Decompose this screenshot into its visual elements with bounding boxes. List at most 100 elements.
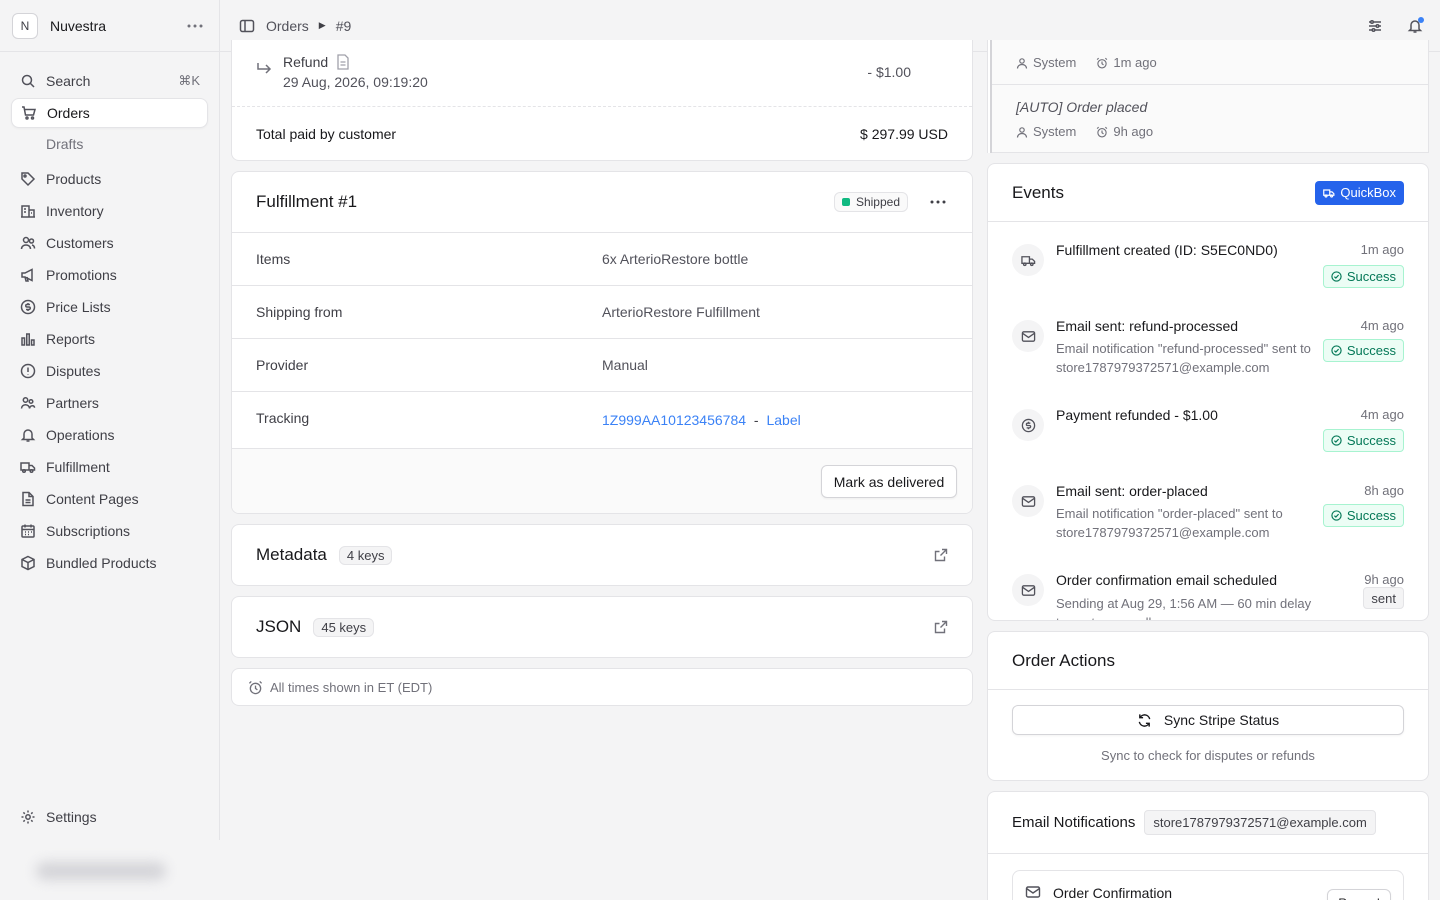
nav-search-label: Search [46,73,91,89]
external-link-icon[interactable] [934,620,948,634]
status-dot [841,198,850,206]
nav-customers[interactable]: Customers [11,228,208,258]
alarm-clock-icon [248,680,263,695]
nav-disputes-label: Disputes [46,363,101,379]
note-author: System [1033,124,1077,139]
external-link-icon[interactable] [934,548,948,562]
events-title: Events [1012,182,1064,202]
users-icon [19,234,37,252]
event-title: Fulfillment created (ID: S5EC0ND0) [1056,242,1278,258]
nav-partners-label: Partners [46,395,99,411]
metadata-title: Metadata [256,545,327,564]
store-avatar: N [12,12,38,39]
nav-fulfillment-label: Fulfillment [46,459,110,475]
nav-orders[interactable]: Orders [11,98,208,128]
dollar-circle-icon [19,298,37,316]
json-card: JSON 45 keys [231,596,973,658]
more-horizontal-icon[interactable] [930,200,948,204]
fulfillment-title: Fulfillment #1 [256,192,358,211]
alarm-clock-icon [1096,126,1108,138]
event-title: Email sent: order-placed [1056,483,1208,499]
truck-icon [1323,187,1335,199]
check-circle-icon [1331,345,1342,356]
nav-operations-label: Operations [46,427,115,443]
event-status-badge: Success [1322,265,1404,288]
event-time: 1m ago [1360,242,1404,257]
tracking-value: 1Z999AA10123456784 - Label [602,410,801,428]
refund-amount: - $1.00 [867,64,911,80]
metadata-card: Metadata 4 keys [231,524,973,586]
nav-products[interactable]: Products [11,164,208,194]
nav-inventory-label: Inventory [46,203,104,219]
tracking-separator: - [753,412,759,428]
quickbox-button[interactable]: QuickBox [1315,180,1404,205]
event-status-badge: Success [1322,339,1404,362]
provider-key: Provider [256,357,309,373]
event-item: Order confirmation email scheduled Sendi… [1012,572,1404,620]
nav-orders-label: Orders [47,105,90,121]
tracking-number-link[interactable]: 1Z999AA10123456784 [602,412,746,428]
fulfillment-footer: Mark as delivered [232,449,972,513]
total-label: Total paid by customer [256,126,397,142]
nav-reports[interactable]: Reports [11,324,208,354]
breadcrumb-orders[interactable]: Orders [266,18,309,34]
event-title: Payment refunded - $1.00 [1056,407,1218,423]
nav-fulfillment[interactable]: Fulfillment [11,452,208,482]
more-horizontal-icon[interactable] [183,16,207,36]
nav-search[interactable]: Search ⌘K [11,66,208,96]
store-switcher[interactable]: N Nuvestra [0,0,219,52]
refund-row: Refund 29 Aug, 2026, 09:19:20 - $1.00 [232,40,972,107]
sidebar-toggle-icon[interactable] [238,17,256,35]
refund-label: Refund [283,54,329,70]
nav-settings[interactable]: Settings [11,802,209,832]
refresh-icon [1137,713,1152,728]
note-item: [AUTO] Order placed System 9h ago [992,85,1428,153]
shipping-from-link[interactable]: ArterioRestore Fulfillment [602,304,760,320]
nav-operations[interactable]: Operations [11,420,208,450]
provider-value: Manual [602,357,648,373]
bell-icon [19,426,37,444]
event-status-label: Success [1346,433,1396,448]
nav-content-pages[interactable]: Content Pages [11,484,208,514]
email-notification-item: Order Confirmation Resend [1012,870,1404,900]
mail-icon [1012,320,1044,352]
event-item: Email sent: order-placed Email notificat… [1012,483,1404,543]
notification-bell-icon[interactable] [1406,16,1424,35]
event-item: Payment refunded - $1.00 4m ago Success [1012,407,1404,457]
nav-disputes[interactable]: Disputes [11,356,208,386]
fulfillment-shipping-row: Shipping from ArterioRestore Fulfillment [232,286,972,339]
tag-icon [19,170,37,188]
payment-summary-card: Refund 29 Aug, 2026, 09:19:20 - $1.00 To… [231,40,973,161]
nav-promotions[interactable]: Promotions [11,260,208,290]
event-item: Fulfillment created (ID: S5EC0ND0) 1m ag… [1012,242,1404,292]
event-status-label: Success [1346,269,1396,284]
total-row: Total paid by customer $ 297.99 USD [256,126,948,142]
resend-button[interactable]: Resend [1327,889,1391,900]
note-time: 1m ago [1113,55,1157,70]
user-menu-blurred[interactable] [36,862,166,880]
email-notifications-title: Email Notifications [1012,814,1136,831]
nav-subscriptions-label: Subscriptions [46,523,131,539]
nav-price-lists[interactable]: Price Lists [11,292,208,322]
bar-chart-icon [19,330,37,348]
receipt-icon[interactable] [336,54,350,70]
note-time: 9h ago [1113,124,1154,139]
megaphone-icon [19,266,37,284]
fulfillment-items-row: Items 6x ArterioRestore bottle [232,233,972,286]
filter-sliders-icon[interactable] [1366,17,1384,35]
sync-stripe-button[interactable]: Sync Stripe Status [1012,705,1404,735]
mark-delivered-button[interactable]: Mark as delivered [821,465,957,498]
event-status-badge: Success [1322,429,1404,452]
nav-bundled-products[interactable]: Bundled Products [11,548,208,578]
nav-drafts[interactable]: Drafts [11,130,208,158]
nav-inventory[interactable]: Inventory [11,196,208,226]
tracking-label-link[interactable]: Label [766,412,800,428]
nav-reports-label: Reports [46,331,96,347]
nav-subscriptions[interactable]: Subscriptions [11,516,208,546]
items-value: 6x ArterioRestore bottle [602,251,749,267]
search-shortcut: ⌘K [178,73,200,88]
building-icon [19,202,37,220]
events-card: Events QuickBox Fulfillment created (ID:… [987,163,1429,621]
event-status-label: Success [1346,343,1396,358]
nav-partners[interactable]: Partners [11,388,208,418]
